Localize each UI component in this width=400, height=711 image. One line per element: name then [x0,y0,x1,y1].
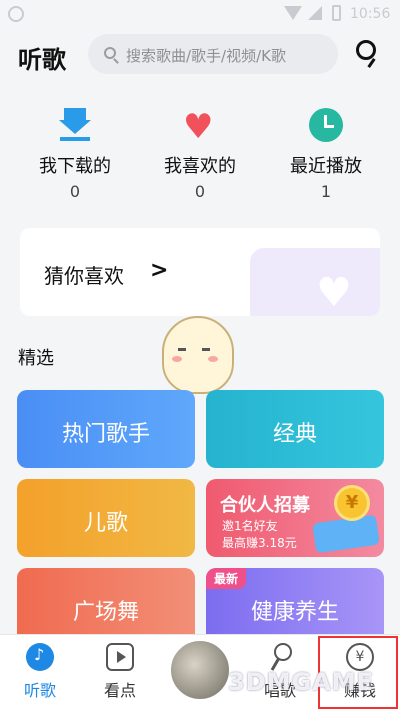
radio-decoration [250,248,380,316]
yuan-coin-icon: ¥ [334,485,370,521]
quick-label: 我下载的 [39,156,111,177]
tile-label: 广场舞 [72,600,139,625]
phone-illustration [312,514,380,554]
chevron-right-icon: > [150,258,169,283]
music-note-icon [26,643,54,671]
signal-icon [308,6,322,20]
guess-label: 猜你喜欢 [44,264,124,288]
clock-hand-minute [324,125,334,128]
mascot-blush [208,356,218,362]
quick-count: 0 [194,182,206,201]
tile-label: 健康养生 [250,600,339,625]
quick-access: 我下载的 0 ♥ 我喜欢的 0 最近播放 1 [0,108,400,208]
page-title: 听歌 [18,46,66,74]
promo-line-2: 最高赚3.18元 [222,536,297,550]
player-avatar-button[interactable] [168,638,232,702]
tile-label: 经典 [272,422,317,447]
guess-you-like-card[interactable]: ♥ 猜你喜欢 > [20,228,380,316]
promo-line-1: 邀1名好友 [222,519,278,533]
search-placeholder: 搜索歌曲/歌手/视频/K歌 [126,47,286,65]
promo-title: 合伙人招募 [220,495,310,516]
voice-search-button[interactable] [352,38,384,70]
tile-label: 热门歌手 [61,422,150,447]
hot-singers-tile[interactable]: 热门歌手 [17,390,195,468]
quick-count: 1 [320,182,332,201]
mascot-eye [178,348,186,351]
status-bar: 10:56 [0,0,400,30]
mascot-sticker [150,310,246,402]
section-title: 精选 [18,348,54,369]
battery-icon [332,5,341,21]
heart-icon: ♥ [183,107,217,147]
download-arrowhead [59,120,91,134]
search-icon [104,47,116,59]
tab-label: 听歌 [23,681,56,700]
search-input[interactable]: 搜索歌曲/歌手/视频/K歌 [88,34,338,74]
download-bar [60,137,90,141]
watermark: 3DMGAME [228,668,375,696]
mascot-body [162,316,234,394]
recent-plays-button[interactable]: 最近播放 1 [271,108,381,201]
status-time: 10:56 [350,6,391,22]
tile-label: 儿歌 [83,511,128,536]
partner-recruit-banner[interactable]: 合伙人招募 邀1名好友 最高赚3.18元 ¥ [206,479,384,557]
play-icon [106,643,134,671]
my-downloads-button[interactable]: 我下载的 0 [20,108,130,201]
mascot-blush [172,356,182,362]
heart-glyph: ♥ [183,107,214,147]
quick-count: 0 [69,182,81,201]
kids-songs-tile[interactable]: 儿歌 [17,479,195,557]
tab-watch[interactable]: 看点 [90,643,150,701]
heart-decoration-icon: ♥ [316,270,352,316]
tab-label: 看点 [103,681,136,700]
tab-listen[interactable]: 听歌 [10,643,70,701]
quick-label: 最近播放 [290,156,362,177]
new-badge: 最新 [206,568,247,589]
clock-icon [309,108,343,142]
header: 听歌 搜索歌曲/歌手/视频/K歌 [0,34,400,78]
mascot-eye [202,348,210,351]
microphone-icon [266,643,294,671]
classic-tile[interactable]: 经典 [206,390,384,468]
download-icon [58,108,92,142]
notification-icon [8,6,24,22]
my-favorites-button[interactable]: ♥ 我喜欢的 0 [145,108,255,201]
wifi-icon [284,6,302,20]
quick-label: 我喜欢的 [164,156,236,177]
